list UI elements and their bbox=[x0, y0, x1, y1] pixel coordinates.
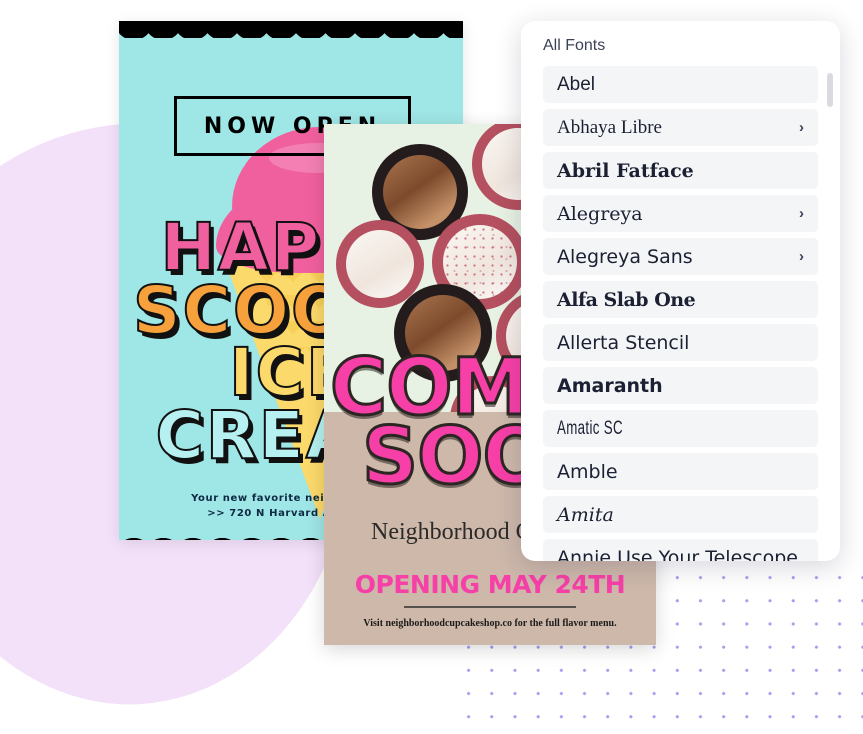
cupcake-frosting bbox=[382, 154, 458, 230]
chevron-right-icon[interactable]: › bbox=[799, 205, 804, 222]
font-list-item[interactable]: Amaranth bbox=[543, 367, 818, 404]
chevron-right-icon[interactable]: › bbox=[799, 248, 804, 265]
cupcake-visit-note: Visit neighborhoodcupcakeshop.co for the… bbox=[363, 618, 617, 629]
font-name-label: Allerta Stencil bbox=[557, 331, 690, 354]
panel-title: All Fonts bbox=[543, 37, 606, 54]
cupcake-opening-date: OPENING MAY 24TH bbox=[354, 570, 626, 599]
font-name-label: Amble bbox=[557, 460, 618, 483]
font-picker-panel[interactable]: All Fonts Abel Abhaya Libre › Abril Fatface… bbox=[521, 21, 840, 561]
font-list-item[interactable]: Annie Use Your Telescope bbox=[543, 539, 818, 561]
font-name-label: Amatic SC bbox=[557, 417, 623, 439]
font-name-label: Amita bbox=[557, 503, 614, 526]
font-name-label: Annie Use Your Telescope bbox=[557, 546, 798, 562]
font-name-label: Alegreya bbox=[557, 202, 643, 225]
cupcake-frosting bbox=[345, 229, 415, 299]
divider-rule bbox=[404, 606, 576, 608]
canvas-preview-stage: NOW OPEN HAPPY SCOOPS ICE CREAM Your new… bbox=[0, 0, 863, 734]
chevron-right-icon[interactable]: › bbox=[799, 119, 804, 136]
font-name-label: Alfa Slab One bbox=[557, 288, 696, 311]
font-name-label: Amaranth bbox=[557, 374, 663, 397]
font-name-label: Abril Fatface bbox=[557, 159, 694, 182]
font-list-item[interactable]: Alfa Slab One bbox=[543, 281, 818, 318]
font-list-item[interactable]: Alegreya Sans › bbox=[543, 238, 818, 275]
font-name-label: Abhaya Libre bbox=[557, 116, 662, 138]
font-list-item[interactable]: Amita bbox=[543, 496, 818, 533]
font-list-item[interactable]: Alegreya › bbox=[543, 195, 818, 232]
font-name-label: Alegreya Sans bbox=[557, 245, 693, 268]
font-list-item[interactable]: Abel bbox=[543, 66, 818, 103]
font-list-item[interactable]: Amatic SC bbox=[543, 410, 818, 447]
font-list-item[interactable]: Amble bbox=[543, 453, 818, 490]
scrollbar-track[interactable] bbox=[827, 73, 833, 561]
font-list-item[interactable]: Allerta Stencil bbox=[543, 324, 818, 361]
font-name-label: Abel bbox=[557, 73, 596, 95]
scrollbar-thumb[interactable] bbox=[827, 73, 833, 107]
font-list-item[interactable]: Abril Fatface bbox=[543, 152, 818, 189]
font-list-item[interactable]: Abhaya Libre › bbox=[543, 109, 818, 146]
font-list[interactable]: Abel Abhaya Libre › Abril Fatface Alegreya › A… bbox=[521, 66, 840, 561]
